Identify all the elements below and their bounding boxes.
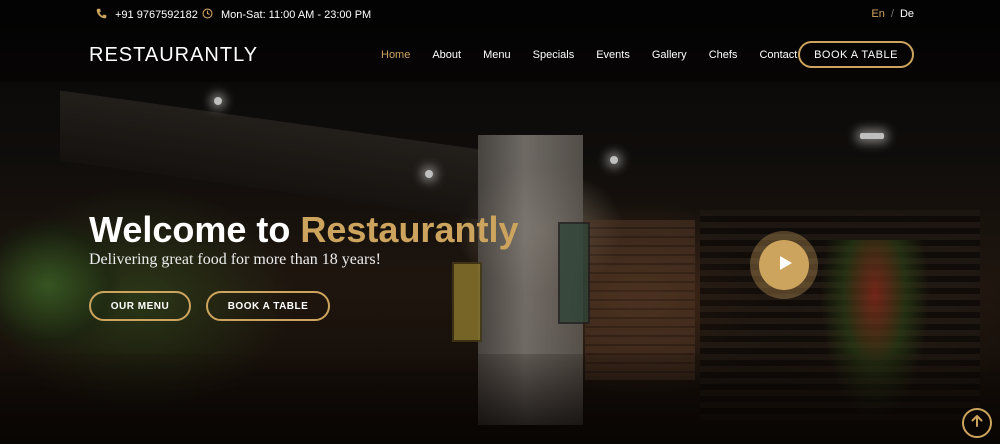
phone-icon (96, 8, 107, 22)
top-bar: +91 9767592182 Mon-Sat: 11:00 AM - 23:00… (0, 0, 1000, 30)
nav-about[interactable]: About (432, 49, 461, 61)
nav-chefs[interactable]: Chefs (709, 49, 738, 61)
play-button-core (759, 240, 809, 290)
nav-gallery[interactable]: Gallery (652, 49, 687, 61)
hero-book-table-button[interactable]: BOOK A TABLE (206, 291, 330, 321)
phone-number[interactable]: +91 9767592182 (115, 9, 198, 21)
book-table-button[interactable]: BOOK A TABLE (798, 41, 914, 68)
hero-title: Welcome to Restaurantly (89, 209, 518, 251)
main-header: RESTAURANTLY Home About Menu Specials Ev… (0, 30, 1000, 82)
language-switcher: En / De (871, 8, 914, 20)
nav-contact[interactable]: Contact (759, 49, 797, 61)
play-video-button[interactable] (750, 231, 818, 299)
lang-en[interactable]: En (871, 8, 884, 20)
nav-events[interactable]: Events (596, 49, 630, 61)
hours-info: Mon-Sat: 11:00 AM - 23:00 PM (202, 8, 371, 22)
phone-info: +91 9767592182 (96, 8, 198, 22)
arrow-up-icon (970, 414, 984, 433)
our-menu-button[interactable]: OUR MENU (89, 291, 191, 321)
hero-title-prefix: Welcome to (89, 209, 301, 250)
lang-de[interactable]: De (900, 8, 914, 20)
hero-title-brand: Restaurantly (300, 209, 519, 250)
site-logo[interactable]: RESTAURANTLY (89, 44, 258, 67)
nav-menu[interactable]: Menu (483, 49, 511, 61)
hero-tagline: Delivering great food for more than 18 y… (89, 251, 381, 268)
play-icon (777, 255, 792, 275)
opening-hours: Mon-Sat: 11:00 AM - 23:00 PM (221, 9, 372, 21)
nav-specials[interactable]: Specials (533, 49, 575, 61)
nav-home[interactable]: Home (381, 49, 410, 61)
clock-icon (202, 8, 213, 22)
main-nav: Home About Menu Specials Events Gallery … (370, 49, 808, 61)
lang-separator: / (890, 8, 894, 20)
back-to-top-button[interactable] (962, 408, 992, 438)
